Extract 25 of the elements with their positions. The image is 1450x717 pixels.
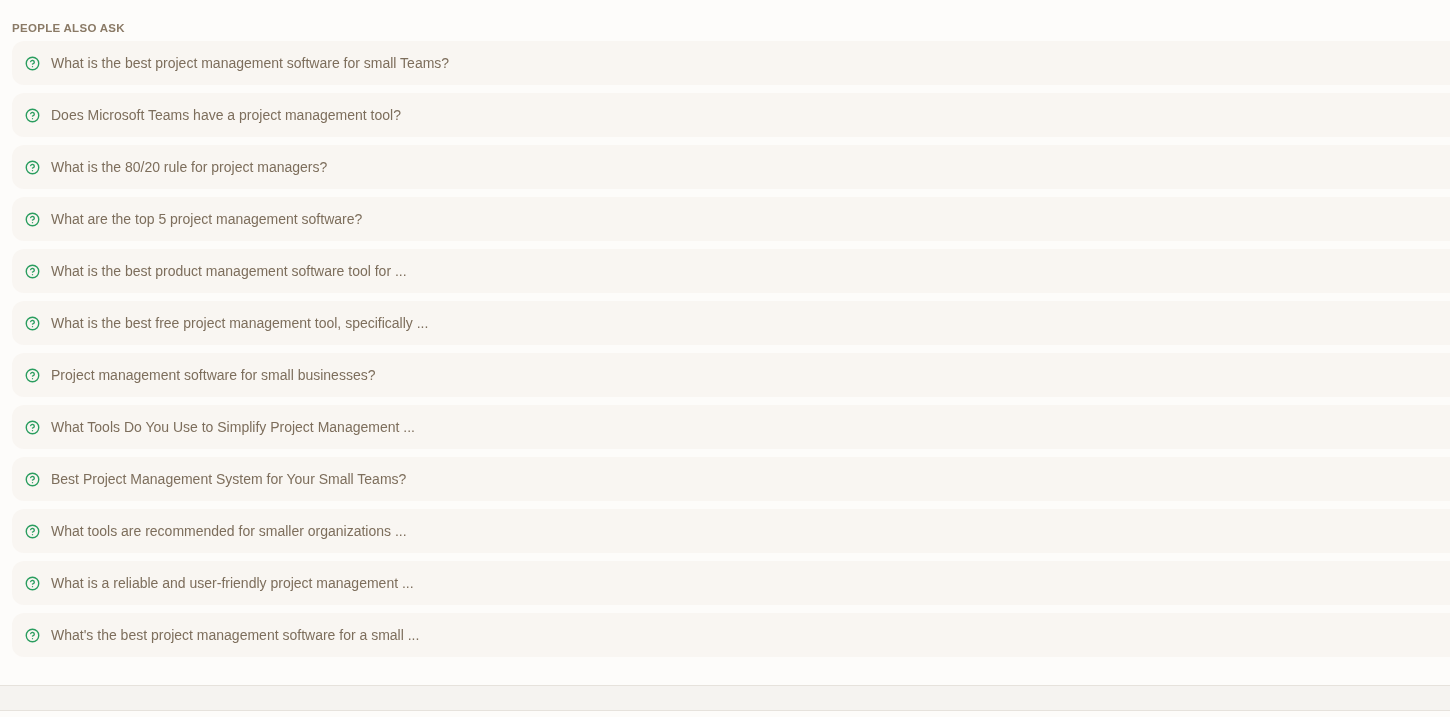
question-icon (25, 627, 40, 643)
question-item[interactable]: What are the top 5 project management software? (12, 197, 1450, 241)
question-icon (25, 471, 40, 487)
question-item[interactable]: What is the 80/20 rule for project managers? (12, 145, 1450, 189)
question-item[interactable]: Best Project Management System for Your Small Teams? (12, 457, 1450, 501)
question-item[interactable]: What is a reliable and user-friendly project management ... (12, 561, 1450, 605)
question-icon (25, 523, 40, 539)
section-heading: PEOPLE ALSO ASK (12, 21, 126, 36)
question-item[interactable]: Project management software for small businesses? (12, 353, 1450, 397)
question-item[interactable]: What Tools Do You Use to Simplify Project Management ... (12, 405, 1450, 449)
question-item[interactable]: What is the best free project management tool, specifically ... (12, 301, 1450, 345)
question-item[interactable]: What tools are recommended for smaller organizations ... (12, 509, 1450, 553)
question-icon (25, 263, 40, 279)
question-icon (25, 419, 40, 435)
question-icon (25, 367, 40, 383)
question-icon (25, 211, 40, 227)
question-item[interactable]: What's the best project management software for a small ... (12, 613, 1450, 657)
question-item[interactable]: What is the best project management software for small Teams? (12, 41, 1450, 85)
question-icon (25, 315, 40, 331)
question-item[interactable]: Does Microsoft Teams have a project management tool? (12, 93, 1450, 137)
question-icon (25, 575, 40, 591)
question-icon (25, 159, 40, 175)
question-item[interactable]: What is the best product management software tool for ... (12, 249, 1450, 293)
question-icon (25, 55, 40, 71)
question-icon (25, 107, 40, 123)
